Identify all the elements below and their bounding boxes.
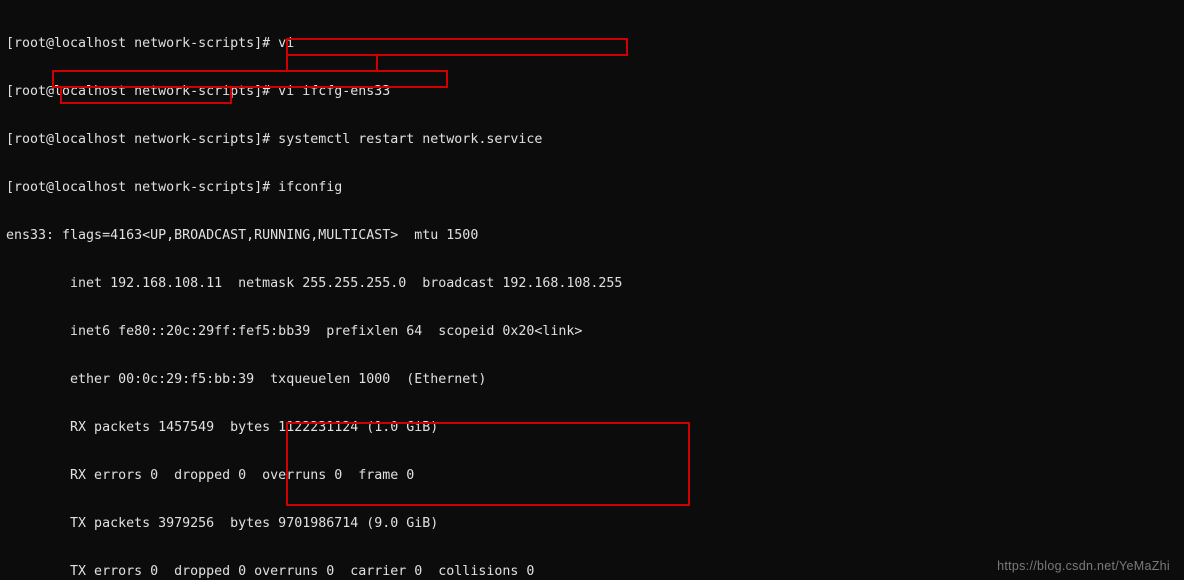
terminal-line: [root@localhost network-scripts]# system… bbox=[6, 132, 1178, 148]
terminal-line: RX errors 0 dropped 0 overruns 0 frame 0 bbox=[6, 468, 1178, 484]
terminal-line: [root@localhost network-scripts]# ifconf… bbox=[6, 180, 1178, 196]
terminal-line: ens33: flags=4163<UP,BROADCAST,RUNNING,M… bbox=[6, 228, 1178, 244]
terminal-line: [root@localhost network-scripts]# vi bbox=[6, 36, 1178, 52]
terminal-screen[interactable]: [root@localhost network-scripts]# vi [ro… bbox=[0, 0, 1184, 580]
terminal-line: inet6 fe80::20c:29ff:fef5:bb39 prefixlen… bbox=[6, 324, 1178, 340]
terminal-line: [root@localhost network-scripts]# vi ifc… bbox=[6, 84, 1178, 100]
terminal-line: inet 192.168.108.11 netmask 255.255.255.… bbox=[6, 276, 1178, 292]
terminal-line: ether 00:0c:29:f5:bb:39 txqueuelen 1000 … bbox=[6, 372, 1178, 388]
terminal-line: TX packets 3979256 bytes 9701986714 (9.0… bbox=[6, 516, 1178, 532]
terminal-line: RX packets 1457549 bytes 1122231124 (1.0… bbox=[6, 420, 1178, 436]
watermark-text: https://blog.csdn.net/YeMaZhi bbox=[997, 558, 1170, 574]
